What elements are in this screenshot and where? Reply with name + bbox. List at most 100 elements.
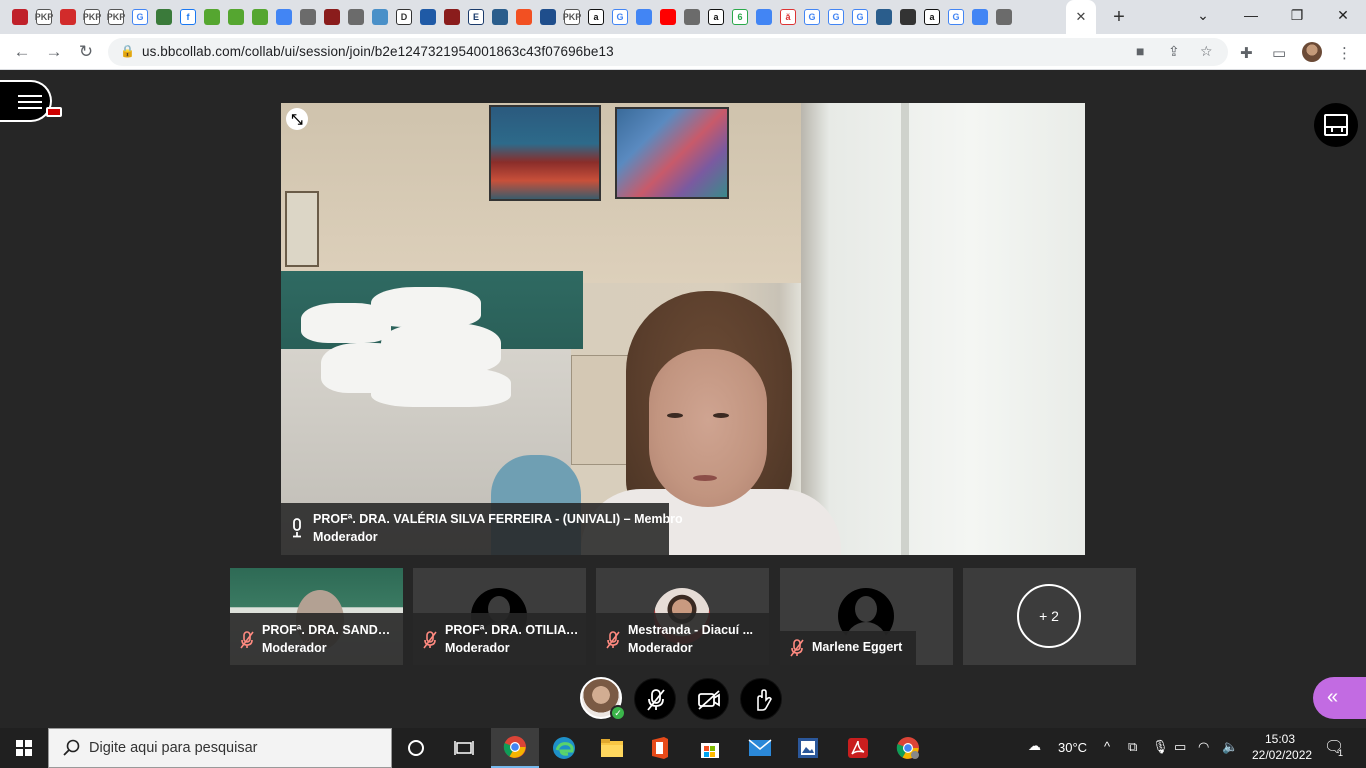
- session-menu-button[interactable]: [0, 80, 52, 122]
- tab-icon-facebook[interactable]: f: [176, 5, 200, 29]
- speaker-name: PROFª. DRA. VALÉRIA SILVA FERREIRA - (UN…: [313, 512, 683, 526]
- participant-tile[interactable]: PROFª. DRA. SANDR... Moderador: [230, 568, 403, 665]
- layout-toggle-button[interactable]: [1314, 103, 1358, 147]
- back-button[interactable]: ←: [10, 40, 34, 64]
- tab-icon-docs[interactable]: [272, 5, 296, 29]
- unpin-icon[interactable]: ⤡: [286, 108, 308, 130]
- tab-icon-search-green[interactable]: [200, 5, 224, 29]
- participant-tile[interactable]: PROFª. DRA. OTILIA ... Moderador: [413, 568, 586, 665]
- tab-icon-pkp[interactable]: PKP: [104, 5, 128, 29]
- meet-now-icon[interactable]: ⧉: [1128, 739, 1137, 755]
- battery-icon[interactable]: ▭: [1174, 739, 1186, 755]
- tab-icon-red-square[interactable]: [56, 5, 80, 29]
- muted-microphone-icon: [790, 639, 804, 657]
- edge-icon: [553, 737, 575, 759]
- tab-icon-camera[interactable]: [488, 5, 512, 29]
- chrome-secondary-taskbar-button[interactable]: [884, 728, 932, 768]
- camera-icon[interactable]: ■: [1136, 43, 1144, 59]
- volume-icon[interactable]: 🔈: [1222, 739, 1238, 755]
- acrobat-taskbar-button[interactable]: [834, 728, 882, 768]
- tab-icon-google[interactable]: G: [608, 5, 632, 29]
- camera-toggle-button[interactable]: [687, 678, 729, 720]
- show-hidden-icons-chevron-icon[interactable]: ^: [1104, 739, 1110, 754]
- restore-button[interactable]: ❐: [1274, 0, 1320, 30]
- new-tab-button[interactable]: +: [1108, 6, 1130, 28]
- tab-icon-docs[interactable]: [632, 5, 656, 29]
- weather-temperature[interactable]: 30°C: [1058, 740, 1087, 755]
- tab-icon-google[interactable]: G: [824, 5, 848, 29]
- participant-tile[interactable]: Marlene Eggert: [780, 568, 953, 665]
- tab-icon-google[interactable]: G: [944, 5, 968, 29]
- tab-icon-pkp[interactable]: PKP: [560, 5, 584, 29]
- bookmark-star-icon[interactable]: ☆: [1200, 43, 1213, 60]
- tab-icon-google[interactable]: G: [800, 5, 824, 29]
- tab-icon-plus-dark[interactable]: [896, 5, 920, 29]
- tab-icon-d[interactable]: D: [392, 5, 416, 29]
- tab-icon-red-circle[interactable]: [8, 5, 32, 29]
- tab-icon-blue-mail[interactable]: [416, 5, 440, 29]
- tab-icon-search-green[interactable]: [224, 5, 248, 29]
- tab-icon-globe[interactable]: [992, 5, 1016, 29]
- tab-icon-x-blue[interactable]: [536, 5, 560, 29]
- tab-icon-camera[interactable]: [872, 5, 896, 29]
- painting: [615, 107, 729, 199]
- file-explorer-taskbar-button[interactable]: [588, 728, 636, 768]
- tab-icon-pkp[interactable]: PKP: [32, 5, 56, 29]
- tab-icon-pkp[interactable]: PKP: [80, 5, 104, 29]
- extensions-icon[interactable]: ✚: [1240, 44, 1253, 62]
- tab-icon-six[interactable]: 6: [728, 5, 752, 29]
- profile-avatar[interactable]: [1302, 42, 1322, 62]
- cortana-button[interactable]: [392, 728, 440, 768]
- reload-button[interactable]: ↻: [74, 40, 98, 64]
- tab-icon-globe[interactable]: [296, 5, 320, 29]
- task-view-button[interactable]: [440, 728, 488, 768]
- pinned-tab-icons: PKP PKP PKP Gf D E PKP a Ga 6 ă G G Ga G: [8, 5, 1016, 29]
- tab-icon-youtube[interactable]: [656, 5, 680, 29]
- participant-role: Moderador: [628, 641, 693, 655]
- tab-icon-amazon[interactable]: a: [920, 5, 944, 29]
- wifi-icon[interactable]: ◠: [1198, 739, 1209, 755]
- active-tab-close-icon[interactable]: ✕: [1066, 0, 1096, 34]
- tab-icon-globe[interactable]: [680, 5, 704, 29]
- taskbar-search-box[interactable]: Digite aqui para pesquisar: [48, 728, 392, 768]
- more-participants-tile[interactable]: + 2: [963, 568, 1136, 665]
- edge-taskbar-button[interactable]: [540, 728, 588, 768]
- store-taskbar-button[interactable]: [686, 728, 734, 768]
- tab-icon-asterisk[interactable]: [368, 5, 392, 29]
- weather-icon[interactable]: ☁: [1028, 738, 1041, 754]
- forward-button[interactable]: →: [42, 40, 66, 64]
- tab-icon-google[interactable]: G: [128, 5, 152, 29]
- tab-icon-amazon[interactable]: a: [704, 5, 728, 29]
- microphone-tray-icon[interactable]: 🎙: [1152, 739, 1169, 755]
- tab-icon-docs[interactable]: [752, 5, 776, 29]
- store-icon: [701, 743, 719, 758]
- tab-icon-e[interactable]: E: [464, 5, 488, 29]
- cast-icon[interactable]: ▭: [1272, 44, 1286, 62]
- office-taskbar-button[interactable]: [636, 728, 684, 768]
- photos-taskbar-button[interactable]: [784, 728, 832, 768]
- chrome-taskbar-button[interactable]: [491, 728, 539, 768]
- tab-icon-microsoft[interactable]: [512, 5, 536, 29]
- more-menu-icon[interactable]: ⋮: [1337, 44, 1352, 62]
- tab-icon-search-green[interactable]: [248, 5, 272, 29]
- system-clock[interactable]: 15:03 22/02/2022: [1252, 731, 1312, 763]
- tab-search-chevron-icon[interactable]: ⌄: [1180, 0, 1226, 30]
- tab-icon-amazon[interactable]: a: [584, 5, 608, 29]
- tab-icon-a-red[interactable]: ă: [776, 5, 800, 29]
- open-panel-button[interactable]: «: [1313, 677, 1366, 719]
- microphone-toggle-button[interactable]: [634, 678, 676, 720]
- tab-icon-green-leaf[interactable]: [152, 5, 176, 29]
- raise-hand-button[interactable]: [740, 678, 782, 720]
- participant-tile[interactable]: Mestranda - Diacuí ... Moderador: [596, 568, 769, 665]
- tab-icon-google[interactable]: G: [848, 5, 872, 29]
- tab-icon-globe[interactable]: [344, 5, 368, 29]
- minimize-button[interactable]: —: [1228, 0, 1274, 30]
- address-bar[interactable]: 🔒 us.bbcollab.com/collab/ui/session/join…: [108, 38, 1228, 66]
- mail-taskbar-button[interactable]: [736, 728, 784, 768]
- share-icon[interactable]: ⇪: [1168, 43, 1180, 60]
- tab-icon-docs[interactable]: [968, 5, 992, 29]
- tab-icon-pen[interactable]: [440, 5, 464, 29]
- start-button[interactable]: [0, 728, 48, 768]
- tab-icon-pen[interactable]: [320, 5, 344, 29]
- close-window-button[interactable]: ✕: [1320, 0, 1366, 30]
